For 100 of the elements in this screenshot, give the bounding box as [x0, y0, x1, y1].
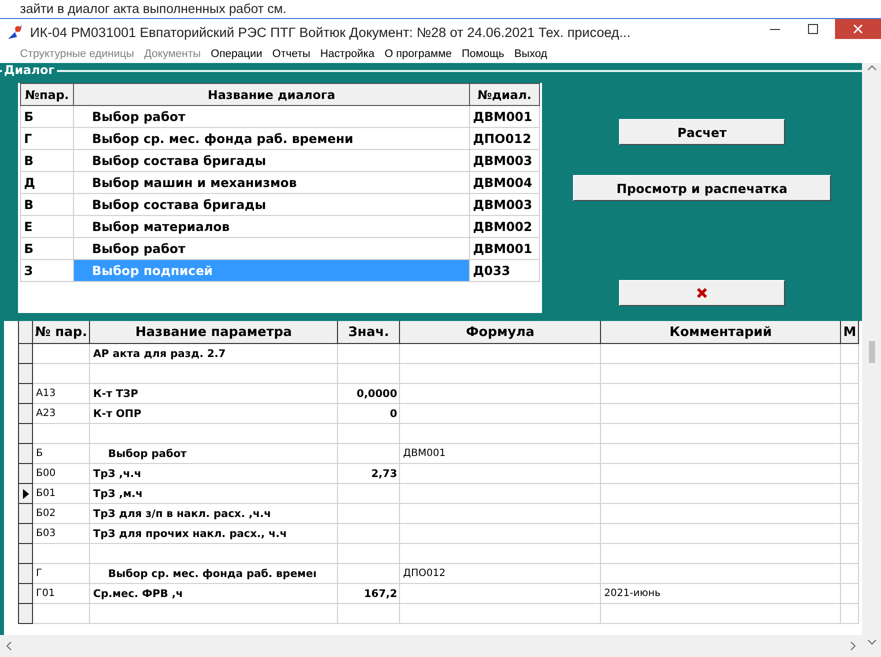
maximize-icon [808, 24, 818, 34]
horizontal-scrollbar[interactable] [0, 635, 862, 657]
table-cell: 167,2 [338, 584, 400, 604]
table-cell[interactable]: Выбор состава бригады [74, 194, 470, 216]
table-cell: ТрЗ ,м.ч [90, 484, 338, 504]
column-header[interactable]: Название параметра [90, 321, 338, 344]
vertical-scrollbar[interactable] [862, 63, 881, 657]
row-indicator[interactable] [18, 524, 32, 544]
table-cell: К-т ОПР [90, 404, 338, 424]
table-cell: В [20, 150, 74, 172]
table-cell: Б [20, 238, 74, 260]
table-cell: ТрЗ для прочих накл. расх., ч.ч [90, 524, 338, 544]
header-corner [18, 321, 32, 344]
table-cell: ДВМ003 [470, 150, 540, 172]
row-indicator[interactable] [18, 424, 32, 444]
table-cell: ДВМ001 [400, 444, 601, 464]
table-cell[interactable]: Выбор материалов [74, 216, 470, 238]
table-cell: Г01 [32, 584, 90, 604]
print-preview-button[interactable]: Просмотр и распечатка [573, 175, 831, 201]
table-cell[interactable]: Выбор работ [74, 238, 470, 260]
row-indicator[interactable] [18, 484, 32, 504]
table-cell: 2021-июнь [600, 584, 841, 604]
table-cell: ДВМ002 [470, 216, 540, 238]
table-cell: В [20, 194, 74, 216]
table-cell: Д [20, 172, 74, 194]
row-indicator[interactable] [18, 364, 32, 384]
table-cell [338, 544, 400, 564]
menu-item[interactable]: Операции [210, 48, 262, 60]
table-cell [338, 524, 400, 544]
row-indicator[interactable] [18, 604, 32, 624]
table-cell[interactable]: Выбор работ [74, 106, 470, 128]
menu-item[interactable]: Выход [514, 48, 548, 60]
current-row-icon [22, 488, 28, 498]
table-cell: З [20, 260, 74, 282]
column-header[interactable]: №диал. [470, 84, 540, 106]
column-header[interactable]: Знач. [338, 321, 400, 344]
scroll-down-icon [866, 639, 876, 645]
table-cell: ДПО012 [400, 564, 601, 584]
table-cell: Г [20, 128, 74, 150]
cancel-button[interactable] [619, 280, 785, 306]
table-cell: Б03 [32, 524, 90, 544]
table-cell [32, 344, 90, 364]
table-cell [338, 424, 400, 444]
table-cell: 0 [338, 404, 400, 424]
table-cell: Д033 [470, 260, 540, 282]
table-cell: Ср.мес. ФРВ ,ч [90, 584, 338, 604]
app-logo-icon [6, 23, 24, 41]
column-header[interactable]: №пар. [20, 84, 74, 106]
table-cell: ДВМ001 [470, 106, 540, 128]
table-cell [338, 564, 400, 584]
row-indicator[interactable] [18, 464, 32, 484]
table-cell: Б02 [32, 504, 90, 524]
table-cell[interactable]: Выбор состава бригады [74, 150, 470, 172]
column-header[interactable]: Формула [400, 321, 601, 344]
row-indicator[interactable] [18, 584, 32, 604]
menu-item[interactable]: О программе [384, 48, 452, 60]
table-cell[interactable]: Выбор ср. мес. фонда раб. времени [74, 128, 470, 150]
table-cell: К-т ТЗР [90, 384, 338, 404]
table-cell: Б01 [32, 484, 90, 504]
table-cell: 0,0000 [338, 384, 400, 404]
table-cell: Б00 [32, 464, 90, 484]
group-title: Диалог [2, 63, 56, 77]
table-cell: Б [20, 106, 74, 128]
document-text-line: зайти в диалог акта выполненных работ см. [19, 0, 288, 18]
table-cell [338, 444, 400, 464]
table-cell[interactable]: Выбор машин и механизмов [74, 172, 470, 194]
table-cell: ДВМ001 [470, 238, 540, 260]
row-indicator[interactable] [18, 564, 32, 584]
menu-item[interactable]: Настройка [320, 48, 374, 60]
table-cell: А23 [32, 404, 90, 424]
column-header[interactable]: Комментарий [600, 321, 841, 344]
menu-item[interactable]: Отчеты [272, 48, 310, 60]
table-cell [338, 604, 400, 624]
menu-item[interactable]: Помощь [462, 48, 504, 60]
scroll-thumb[interactable] [868, 341, 874, 363]
close-icon [853, 24, 863, 34]
table-cell: Е [20, 216, 74, 238]
table-cell: А13 [32, 384, 90, 404]
row-indicator[interactable] [18, 384, 32, 404]
table-cell [338, 344, 400, 364]
column-header[interactable]: Название диалога [74, 84, 470, 106]
row-indicator[interactable] [18, 504, 32, 524]
column-header[interactable]: М [840, 321, 859, 344]
scroll-up-icon [866, 65, 876, 71]
table-cell [338, 364, 400, 384]
table-cell: Выбор ср. мес. фонда раб. времеı [90, 564, 338, 584]
table-cell [32, 364, 90, 384]
row-indicator[interactable] [18, 544, 32, 564]
table-cell [32, 604, 90, 624]
calculate-button[interactable]: Расчет [619, 119, 785, 145]
row-indicator[interactable] [18, 344, 32, 364]
row-indicator[interactable] [18, 444, 32, 464]
row-indicator[interactable] [18, 404, 32, 424]
table-cell [32, 544, 90, 564]
column-header[interactable]: № пар. [32, 321, 90, 344]
scroll-left-icon [6, 641, 12, 651]
close-button[interactable] [835, 19, 881, 39]
table-cell: ДПО012 [470, 128, 540, 150]
table-cell: ТрЗ ,ч.ч [90, 464, 338, 484]
table-cell: 2,73 [338, 464, 400, 484]
